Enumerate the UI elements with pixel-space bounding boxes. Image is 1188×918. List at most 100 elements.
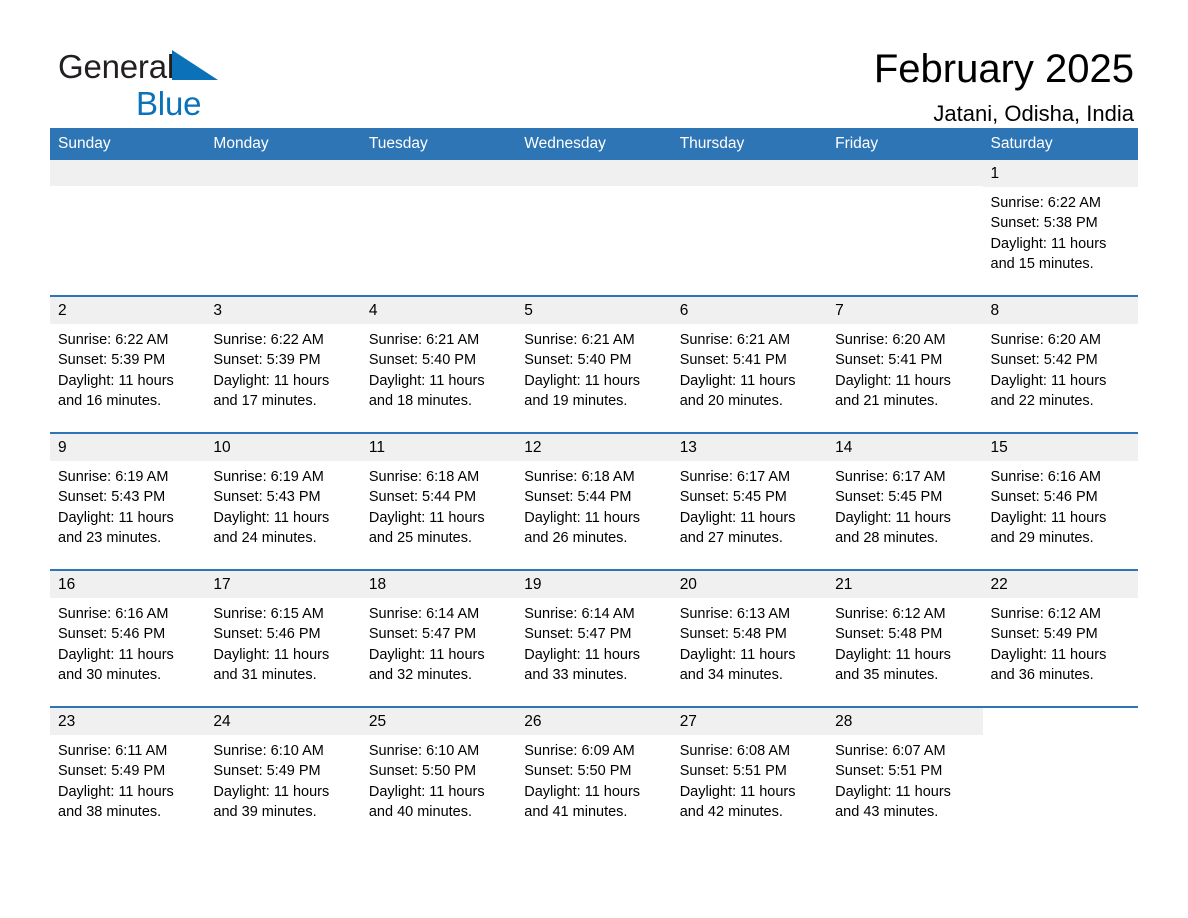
day-cell-21[interactable]: 21 Sunrise: 6:12 AM Sunset: 5:48 PM Dayligh… <box>827 571 983 705</box>
day-cell-27[interactable]: 27 Sunrise: 6:08 AM Sunset: 5:51 PM Dayligh… <box>671 708 828 842</box>
day-cell-3[interactable]: 3 Sunrise: 6:22 AM Sunset: 5:39 PM Daylight… <box>205 297 361 431</box>
day-cell-5[interactable]: 5 Sunrise: 6:21 AM Sunset: 5:40 PM Daylight… <box>516 297 672 431</box>
day-number: 2 <box>50 297 206 325</box>
day-details: Sunrise: 6:13 AM Sunset: 5:48 PM Daylight:… <box>672 598 827 685</box>
sunrise-text: Sunrise: 6:20 AM <box>990 332 1101 349</box>
sunset-text: Sunset: 5:43 PM <box>58 489 166 506</box>
day-number: 4 <box>360 297 517 325</box>
sunrise-text: Sunrise: 6:17 AM <box>835 469 946 486</box>
calendar-cell: 1 Sunrise: 6:22 AM Sunset: 5:38 PM Daylight… <box>982 160 1138 297</box>
daylight-text-cont: and 34 minutes. <box>679 666 783 683</box>
day-cell-20[interactable]: 20 Sunrise: 6:13 AM Sunset: 5:48 PM Dayligh… <box>671 571 828 705</box>
day-cell-6[interactable]: 6 Sunrise: 6:21 AM Sunset: 5:41 PM Daylight… <box>671 297 828 431</box>
daylight-text-cont: and 32 minutes. <box>368 666 473 683</box>
weekday-header-tuesday: Tuesday <box>360 128 517 161</box>
sunset-text: Sunset: 5:38 PM <box>990 215 1098 232</box>
day-number: 21 <box>827 571 983 599</box>
day-cell-12[interactable]: 12 Sunrise: 6:18 AM Sunset: 5:44 PM Dayligh… <box>516 434 672 568</box>
day-cell-16[interactable]: 16 Sunrise: 6:16 AM Sunset: 5:46 PM Dayligh… <box>50 571 206 705</box>
brand-text-blue: Blue <box>136 85 202 122</box>
day-cell-14[interactable]: 14 Sunrise: 6:17 AM Sunset: 5:45 PM Dayligh… <box>827 434 983 568</box>
day-number: 22 <box>982 571 1138 599</box>
day-cell-22[interactable]: 22 Sunrise: 6:12 AM Sunset: 5:49 PM Dayligh… <box>982 571 1138 705</box>
calendar-cell: 24 Sunrise: 6:10 AM Sunset: 5:49 PM Dayligh… <box>205 706 361 844</box>
day-cell-10[interactable]: 10 Sunrise: 6:19 AM Sunset: 5:43 PM Dayligh… <box>205 434 361 568</box>
day-details: Sunrise: 6:14 AM Sunset: 5:47 PM Daylight:… <box>516 598 671 685</box>
sunset-text: Sunset: 5:39 PM <box>213 352 321 369</box>
weekday-header-sunday: Sunday <box>50 128 206 161</box>
daylight-text-cont: and 16 minutes. <box>58 392 162 409</box>
calendar-cell: 2 Sunrise: 6:22 AM Sunset: 5:39 PM Daylight… <box>50 295 206 434</box>
sunrise-text: Sunrise: 6:15 AM <box>213 606 324 623</box>
day-number-placeholder <box>516 160 672 187</box>
sunrise-text: Sunrise: 6:11 AM <box>58 743 168 760</box>
day-number: 20 <box>671 571 828 599</box>
day-cell-empty <box>982 708 1138 842</box>
calendar-cell: 8 Sunrise: 6:20 AM Sunset: 5:42 PM Daylight… <box>982 295 1138 434</box>
daylight-text-cont: and 29 minutes. <box>990 529 1094 546</box>
day-number: 16 <box>50 571 206 599</box>
sunset-text: Sunset: 5:48 PM <box>835 626 943 643</box>
day-cell-26[interactable]: 26 Sunrise: 6:09 AM Sunset: 5:50 PM Dayligh… <box>516 708 672 842</box>
day-number: 15 <box>982 434 1138 462</box>
day-number-placeholder <box>671 160 828 187</box>
sunset-text: Sunset: 5:46 PM <box>58 626 166 643</box>
day-cell-11[interactable]: 11 Sunrise: 6:18 AM Sunset: 5:44 PM Dayligh… <box>360 434 517 568</box>
day-cell-23[interactable]: 23 Sunrise: 6:11 AM Sunset: 5:49 PM Dayligh… <box>50 708 206 842</box>
day-cell-19[interactable]: 19 Sunrise: 6:14 AM Sunset: 5:47 PM Dayligh… <box>516 571 672 705</box>
day-cell-7[interactable]: 7 Sunrise: 6:20 AM Sunset: 5:41 PM Daylight… <box>827 297 983 431</box>
calendar-cell: 25 Sunrise: 6:10 AM Sunset: 5:50 PM Dayligh… <box>360 706 517 844</box>
calendar-cell: 27 Sunrise: 6:08 AM Sunset: 5:51 PM Dayligh… <box>671 706 828 844</box>
day-cell-9[interactable]: 9 Sunrise: 6:19 AM Sunset: 5:43 PM Daylight… <box>50 434 206 568</box>
day-details: Sunrise: 6:21 AM Sunset: 5:41 PM Daylight:… <box>672 324 827 411</box>
sunset-text: Sunset: 5:42 PM <box>990 352 1098 369</box>
daylight-text: Daylight: 11 hours <box>835 509 951 526</box>
day-cell-24[interactable]: 24 Sunrise: 6:10 AM Sunset: 5:49 PM Dayligh… <box>205 708 361 842</box>
day-cell-15[interactable]: 15 Sunrise: 6:16 AM Sunset: 5:46 PM Dayligh… <box>982 434 1138 568</box>
daylight-text: Daylight: 11 hours <box>679 646 796 663</box>
sunset-text: Sunset: 5:49 PM <box>213 763 321 780</box>
calendar-week-row: 9 Sunrise: 6:19 AM Sunset: 5:43 PM Daylight… <box>50 432 1138 571</box>
day-details: Sunrise: 6:19 AM Sunset: 5:43 PM Daylight:… <box>205 461 360 548</box>
sunrise-text: Sunrise: 6:19 AM <box>213 469 324 486</box>
daylight-text: Daylight: 11 hours <box>835 372 951 389</box>
sunrise-text: Sunrise: 6:12 AM <box>990 606 1101 623</box>
calendar-week-row: 23 Sunrise: 6:11 AM Sunset: 5:49 PM Dayligh… <box>50 706 1138 844</box>
day-details: Sunrise: 6:15 AM Sunset: 5:46 PM Daylight:… <box>205 598 360 685</box>
calendar-page: General Blue February 2025 Jatani, Odish… <box>0 0 1188 918</box>
day-cell-1[interactable]: 1 Sunrise: 6:22 AM Sunset: 5:38 PM Daylight… <box>982 160 1138 294</box>
sunset-text: Sunset: 5:50 PM <box>524 763 632 780</box>
day-cell-4[interactable]: 4 Sunrise: 6:21 AM Sunset: 5:40 PM Daylight… <box>360 297 517 431</box>
day-details: Sunrise: 6:18 AM Sunset: 5:44 PM Daylight:… <box>516 461 671 548</box>
daylight-text: Daylight: 11 hours <box>368 646 485 663</box>
day-cell-18[interactable]: 18 Sunrise: 6:14 AM Sunset: 5:47 PM Dayligh… <box>360 571 517 705</box>
day-number: 7 <box>827 297 983 325</box>
sunset-text: Sunset: 5:49 PM <box>58 763 166 780</box>
day-details: Sunrise: 6:20 AM Sunset: 5:42 PM Daylight:… <box>983 324 1138 411</box>
calendar-cell <box>205 160 361 297</box>
sunrise-text: Sunrise: 6:17 AM <box>679 469 791 486</box>
brand-logo[interactable]: General Blue <box>58 50 219 122</box>
day-cell-8[interactable]: 8 Sunrise: 6:20 AM Sunset: 5:42 PM Daylight… <box>982 297 1138 431</box>
day-number: 14 <box>827 434 983 462</box>
day-cell-25[interactable]: 25 Sunrise: 6:10 AM Sunset: 5:50 PM Dayligh… <box>360 708 517 842</box>
calendar-cell <box>360 160 517 297</box>
calendar-cell: 19 Sunrise: 6:14 AM Sunset: 5:47 PM Dayligh… <box>516 569 672 708</box>
calendar-cell: 22 Sunrise: 6:12 AM Sunset: 5:49 PM Dayligh… <box>982 569 1138 708</box>
calendar-cell: 21 Sunrise: 6:12 AM Sunset: 5:48 PM Dayligh… <box>827 569 983 708</box>
day-cell-13[interactable]: 13 Sunrise: 6:17 AM Sunset: 5:45 PM Dayligh… <box>671 434 828 568</box>
blue-triangle-logo-icon <box>172 50 219 85</box>
daylight-text-cont: and 27 minutes. <box>679 529 783 546</box>
calendar-cell: 15 Sunrise: 6:16 AM Sunset: 5:46 PM Dayligh… <box>982 432 1138 571</box>
day-cell-2[interactable]: 2 Sunrise: 6:22 AM Sunset: 5:39 PM Daylight… <box>50 297 206 431</box>
day-cell-17[interactable]: 17 Sunrise: 6:15 AM Sunset: 5:46 PM Dayligh… <box>205 571 361 705</box>
daylight-text-cont: and 41 minutes. <box>524 803 628 820</box>
day-details: Sunrise: 6:21 AM Sunset: 5:40 PM Daylight:… <box>516 324 671 411</box>
day-cell-28[interactable]: 28 Sunrise: 6:07 AM Sunset: 5:51 PM Dayligh… <box>827 708 983 842</box>
sunset-text: Sunset: 5:46 PM <box>213 626 321 643</box>
calendar-cell: 23 Sunrise: 6:11 AM Sunset: 5:49 PM Dayligh… <box>50 706 206 844</box>
sunset-text: Sunset: 5:47 PM <box>368 626 477 643</box>
calendar-cell: 16 Sunrise: 6:16 AM Sunset: 5:46 PM Dayligh… <box>50 569 206 708</box>
day-details: Sunrise: 6:14 AM Sunset: 5:47 PM Daylight:… <box>361 598 516 685</box>
weekday-header-saturday: Saturday <box>982 128 1138 161</box>
